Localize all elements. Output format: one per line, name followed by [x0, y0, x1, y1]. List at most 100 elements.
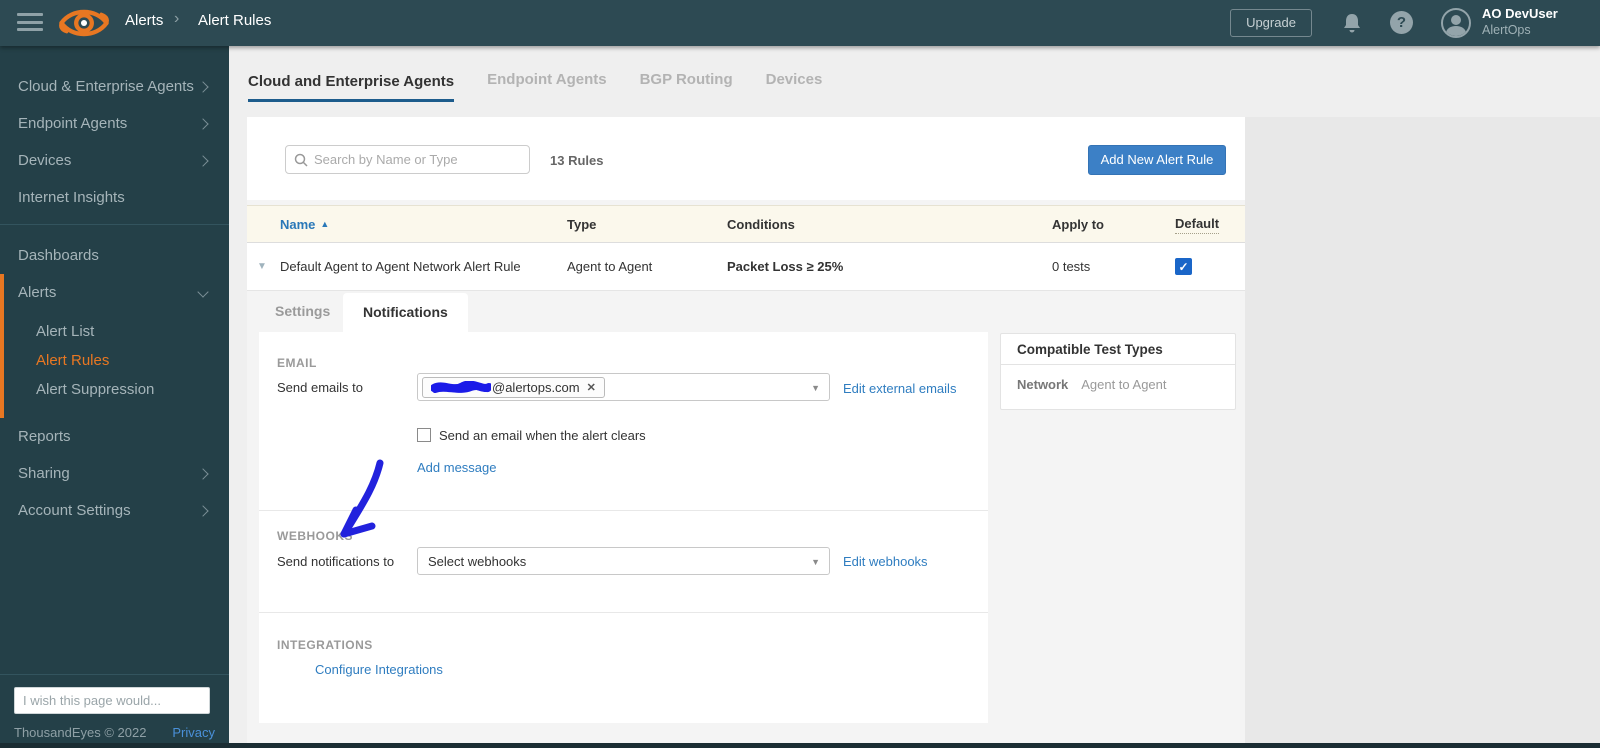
upgrade-button[interactable]: Upgrade [1230, 9, 1312, 37]
test-type-category: Network [1017, 377, 1069, 392]
webhooks-select-value: Select webhooks [428, 554, 527, 569]
chevron-right-icon [197, 467, 209, 480]
user-name: AO DevUser [1482, 6, 1558, 21]
column-header-apply-to[interactable]: Apply to [1052, 206, 1104, 242]
compatible-test-types-panel: Compatible Test Types Network Agent to A… [1000, 333, 1236, 410]
column-header-default[interactable]: Default [1175, 216, 1220, 234]
user-org: AlertOps [1482, 23, 1531, 37]
default-checkbox[interactable]: ✓ [1175, 258, 1192, 275]
tab-cloud-and-enterprise-agents[interactable]: Cloud and Enterprise Agents [248, 73, 455, 102]
content-column: 13 Rules Add New Alert Rule Name ▲ Type … [247, 117, 1245, 748]
rules-table-header: Name ▲ Type Conditions Apply to Default [247, 205, 1245, 243]
tab-devices[interactable]: Devices [766, 71, 823, 92]
tab-endpoint-agents[interactable]: Endpoint Agents [487, 71, 606, 92]
send-notifications-to-label: Send notifications to [277, 554, 395, 569]
sidebar-item-endpoint-agents[interactable]: Endpoint Agents [0, 105, 229, 142]
column-header-conditions[interactable]: Conditions [727, 206, 795, 242]
sidebar-divider [0, 224, 229, 225]
add-new-alert-rule-button[interactable]: Add New Alert Rule [1088, 145, 1226, 175]
thousandeyes-logo-icon[interactable] [58, 3, 110, 48]
chevron-right-icon [197, 80, 209, 93]
email-token: @alertops.com ✕ [422, 377, 605, 398]
edit-webhooks-link[interactable]: Edit webhooks [843, 554, 928, 569]
webhooks-select[interactable]: Select webhooks ▼ [417, 547, 830, 575]
chevron-right-icon [197, 154, 209, 167]
chevron-right-icon [197, 504, 209, 517]
main-content: Cloud and Enterprise Agents Endpoint Age… [229, 46, 1600, 748]
notifications-panel: EMAIL Send emails to @alertops.com ✕ ▼ E… [259, 332, 988, 723]
chevron-down-icon [197, 286, 209, 298]
breadcrumb-page: Alert Rules [198, 12, 272, 29]
rule-default-cell: ✓ [1175, 243, 1192, 290]
privacy-link[interactable]: Privacy [172, 725, 215, 740]
search-box [285, 145, 530, 174]
sidebar-item-reports[interactable]: Reports [0, 418, 229, 455]
rules-toolbar: 13 Rules Add New Alert Rule [247, 117, 1245, 200]
page-tabs: Cloud and Enterprise Agents Endpoint Age… [248, 46, 822, 117]
user-avatar[interactable] [1441, 8, 1471, 38]
tab-settings[interactable]: Settings [275, 303, 330, 319]
copyright-text: ThousandEyes © 2022 [14, 725, 147, 740]
chevron-right-icon [197, 117, 209, 130]
webhooks-section-title: WEBHOOKS [277, 529, 353, 543]
column-header-name[interactable]: Name ▲ [280, 206, 329, 242]
integrations-section-title: INTEGRATIONS [277, 638, 373, 652]
notifications-bell-icon[interactable] [1342, 12, 1362, 39]
bottom-edge-strip [0, 743, 1600, 748]
section-divider [259, 612, 988, 613]
sidebar-item-account-settings[interactable]: Account Settings [0, 492, 229, 529]
rules-count: 13 Rules [550, 153, 604, 168]
alert-clears-label: Send an email when the alert clears [439, 428, 646, 443]
rule-conditions-cell: Packet Loss ≥ 25% [727, 259, 844, 274]
compatible-test-type-row: Network Agent to Agent [1001, 365, 1235, 392]
sidebar-subitem-alert-rules[interactable]: Alert Rules [4, 346, 229, 375]
sidebar-item-devices[interactable]: Devices [0, 142, 229, 179]
breadcrumb-section[interactable]: Alerts [125, 12, 163, 29]
detail-tabs: Settings Notifications [247, 291, 1245, 332]
compatible-test-types-title: Compatible Test Types [1001, 334, 1235, 365]
edit-external-emails-link[interactable]: Edit external emails [843, 381, 956, 396]
sidebar-bottom-divider [0, 674, 229, 675]
right-background-area [1245, 117, 1600, 748]
sidebar-nav: Cloud & Enterprise Agents Endpoint Agent… [0, 46, 229, 748]
help-icon[interactable]: ? [1390, 11, 1413, 34]
feedback-input[interactable] [14, 687, 210, 714]
email-section-title: EMAIL [277, 356, 317, 370]
top-bar: Alerts › Alert Rules Upgrade ? AO DevUse… [0, 0, 1600, 46]
tab-notifications[interactable]: Notifications [343, 293, 468, 332]
rule-type-cell: Agent to Agent [567, 259, 653, 274]
rule-apply-to-cell: 0 tests [1052, 259, 1091, 274]
sidebar-item-alerts[interactable]: Alerts [4, 274, 229, 311]
dropdown-caret-icon: ▼ [811, 557, 820, 567]
sidebar-item-sharing[interactable]: Sharing [0, 455, 229, 492]
app-root: Alerts › Alert Rules Upgrade ? AO DevUse… [0, 0, 1600, 748]
send-emails-to-label: Send emails to [277, 380, 363, 395]
sidebar-item-cloud-enterprise-agents[interactable]: Cloud & Enterprise Agents [0, 68, 229, 105]
tab-bgp-routing[interactable]: BGP Routing [640, 71, 733, 92]
rule-name-cell: Default Agent to Agent Network Alert Rul… [280, 259, 521, 274]
sidebar-alerts-section: Alerts Alert List Alert Rules Alert Supp… [0, 274, 229, 418]
table-row[interactable]: ▼ Default Agent to Agent Network Alert R… [247, 243, 1245, 291]
breadcrumb-separator-icon: › [174, 10, 180, 27]
sidebar-subitem-alert-suppression[interactable]: Alert Suppression [4, 375, 229, 404]
dropdown-caret-icon: ▼ [811, 383, 820, 393]
remove-token-icon[interactable]: ✕ [587, 381, 596, 394]
search-input[interactable] [314, 146, 524, 173]
sidebar-item-internet-insights[interactable]: Internet Insights [0, 179, 229, 216]
email-recipients-select[interactable]: @alertops.com ✕ ▼ [417, 373, 830, 401]
redaction-scribble [431, 381, 491, 393]
add-message-link[interactable]: Add message [417, 460, 497, 475]
configure-integrations-link[interactable]: Configure Integrations [315, 662, 443, 677]
hamburger-menu-icon[interactable] [17, 13, 43, 33]
alert-clears-checkbox[interactable] [417, 428, 431, 442]
sidebar-item-dashboards[interactable]: Dashboards [0, 237, 229, 274]
sidebar-subitem-alert-list[interactable]: Alert List [4, 317, 229, 346]
search-icon [294, 153, 308, 167]
test-type-value: Agent to Agent [1081, 377, 1167, 392]
row-expand-caret-icon[interactable]: ▼ [257, 261, 267, 272]
section-divider [259, 510, 988, 511]
user-info[interactable]: AO DevUser AlertOps [1482, 6, 1558, 37]
column-header-type[interactable]: Type [567, 206, 596, 242]
email-token-text: @alertops.com [492, 380, 580, 395]
sort-ascending-icon: ▲ [320, 219, 330, 229]
